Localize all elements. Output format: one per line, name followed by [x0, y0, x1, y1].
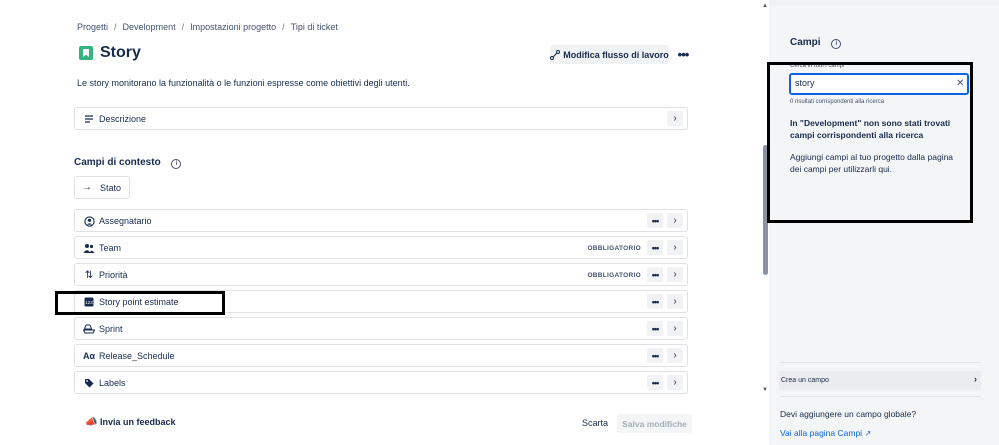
info-icon[interactable]: i — [171, 159, 182, 169]
field-more-button[interactable]: ••• — [647, 321, 663, 336]
chevron-right-icon[interactable]: › — [667, 348, 683, 363]
field-row-release-schedule[interactable]: Aα Release_Schedule ••• › — [74, 344, 688, 367]
chevron-right-icon[interactable]: › — [667, 267, 683, 282]
breadcrumb-progetti[interactable]: Progetti — [77, 22, 108, 32]
scroll-down-arrow-icon[interactable]: ▼ — [762, 387, 768, 393]
field-label: Priorità — [99, 270, 128, 280]
external-link-icon: ↗ — [864, 429, 872, 438]
divider — [780, 396, 981, 397]
panel-title: Campi i — [790, 37, 842, 49]
breadcrumb-issue-types[interactable]: Tipi di ticket — [291, 22, 338, 32]
edit-workflow-button[interactable]: Modifica flusso di lavoro — [550, 45, 669, 64]
chevron-right-icon[interactable]: › — [667, 213, 683, 228]
chevron-right-icon[interactable]: › — [667, 240, 683, 255]
status-button-label: Stato — [100, 183, 122, 193]
save-changes-button[interactable]: Salva modifiche — [617, 414, 692, 433]
priority-arrows-icon: ⇅ — [84, 269, 94, 281]
field-row-assignee[interactable]: Assegnatario ••• › — [74, 209, 688, 232]
field-row-sprint[interactable]: Sprint ••• › — [74, 317, 688, 340]
field-more-button[interactable]: ••• — [647, 267, 663, 282]
fields-page-link-label: Vai alla pagina Campi — [780, 428, 863, 438]
field-label: Sprint — [99, 324, 123, 334]
boat-icon — [83, 323, 95, 335]
field-more-button[interactable]: ••• — [647, 240, 663, 255]
chevron-right-icon[interactable]: › — [667, 294, 683, 309]
feedback-label: Invia un feedback — [99, 417, 176, 427]
status-button[interactable]: → Stato — [74, 176, 130, 199]
chevron-right-icon[interactable]: › — [667, 321, 683, 336]
megaphone-icon: 📣 — [85, 417, 98, 428]
field-row-labels[interactable]: Labels ••• › — [74, 371, 688, 394]
description-field-row[interactable]: Descrizione › — [74, 107, 688, 130]
tag-icon — [83, 377, 95, 389]
more-actions-button[interactable]: ••• — [676, 45, 690, 64]
scroll-up-arrow-icon[interactable]: ▲ — [762, 3, 768, 9]
field-more-button[interactable]: ••• — [647, 294, 663, 309]
chevron-right-icon[interactable]: › — [667, 111, 683, 126]
breadcrumb: Progetti / Development / Impostazioni proget… — [77, 22, 338, 32]
context-fields-title-text: Campi di contesto — [74, 157, 161, 168]
text-lines-icon — [83, 113, 95, 125]
create-field-label: Crea un campo — [781, 377, 829, 384]
context-fields-title: Campi di contesto i — [74, 157, 182, 169]
info-icon[interactable]: i — [831, 39, 842, 49]
field-row-priority[interactable]: ⇅ Priorità OBBLIGATORIO ••• › — [74, 263, 688, 286]
global-field-question: Devi aggiungere un campo globale? — [780, 409, 917, 419]
page-title: Story — [100, 44, 141, 61]
required-badge: OBBLIGATORIO — [587, 245, 641, 252]
discard-button[interactable]: Scarta — [582, 418, 608, 428]
chevron-right-icon: › — [974, 374, 977, 384]
create-field-button[interactable]: Crea un campo › — [779, 371, 981, 390]
story-type-icon — [79, 46, 93, 60]
arrow-right-icon: → — [82, 182, 92, 193]
highlight-box-search — [767, 62, 973, 223]
edit-workflow-label: Modifica flusso di lavoro — [563, 49, 669, 60]
chevron-right-icon[interactable]: › — [667, 375, 683, 390]
highlight-box-story-point — [55, 291, 225, 315]
required-badge: OBBLIGATORIO — [587, 272, 641, 279]
issue-type-description: Le story monitorano la funzionalità o le… — [77, 78, 410, 88]
field-more-button[interactable]: ••• — [647, 348, 663, 363]
field-label: Team — [99, 243, 122, 253]
divider — [780, 362, 981, 363]
panel-title-text: Campi — [790, 37, 821, 48]
text-field-icon: Aα — [82, 351, 96, 361]
feedback-button[interactable]: 📣 Invia un feedback — [85, 417, 176, 428]
fields-page-link[interactable]: Vai alla pagina Campi ↗ — [780, 428, 871, 438]
description-field-label: Descrizione — [99, 114, 147, 124]
field-more-button[interactable]: ••• — [647, 213, 663, 228]
breadcrumb-project-settings[interactable]: Impostazioni progetto — [190, 22, 276, 32]
field-label: Assegnatario — [99, 216, 152, 226]
workflow-icon — [550, 49, 561, 60]
field-label: Labels — [99, 378, 126, 388]
field-label: Release_Schedule — [99, 351, 175, 361]
field-row-team[interactable]: Team OBBLIGATORIO ••• › — [74, 236, 688, 259]
user-circle-icon — [83, 215, 95, 227]
breadcrumb-development[interactable]: Development — [123, 22, 176, 32]
people-icon — [83, 242, 95, 254]
field-more-button[interactable]: ••• — [647, 375, 663, 390]
